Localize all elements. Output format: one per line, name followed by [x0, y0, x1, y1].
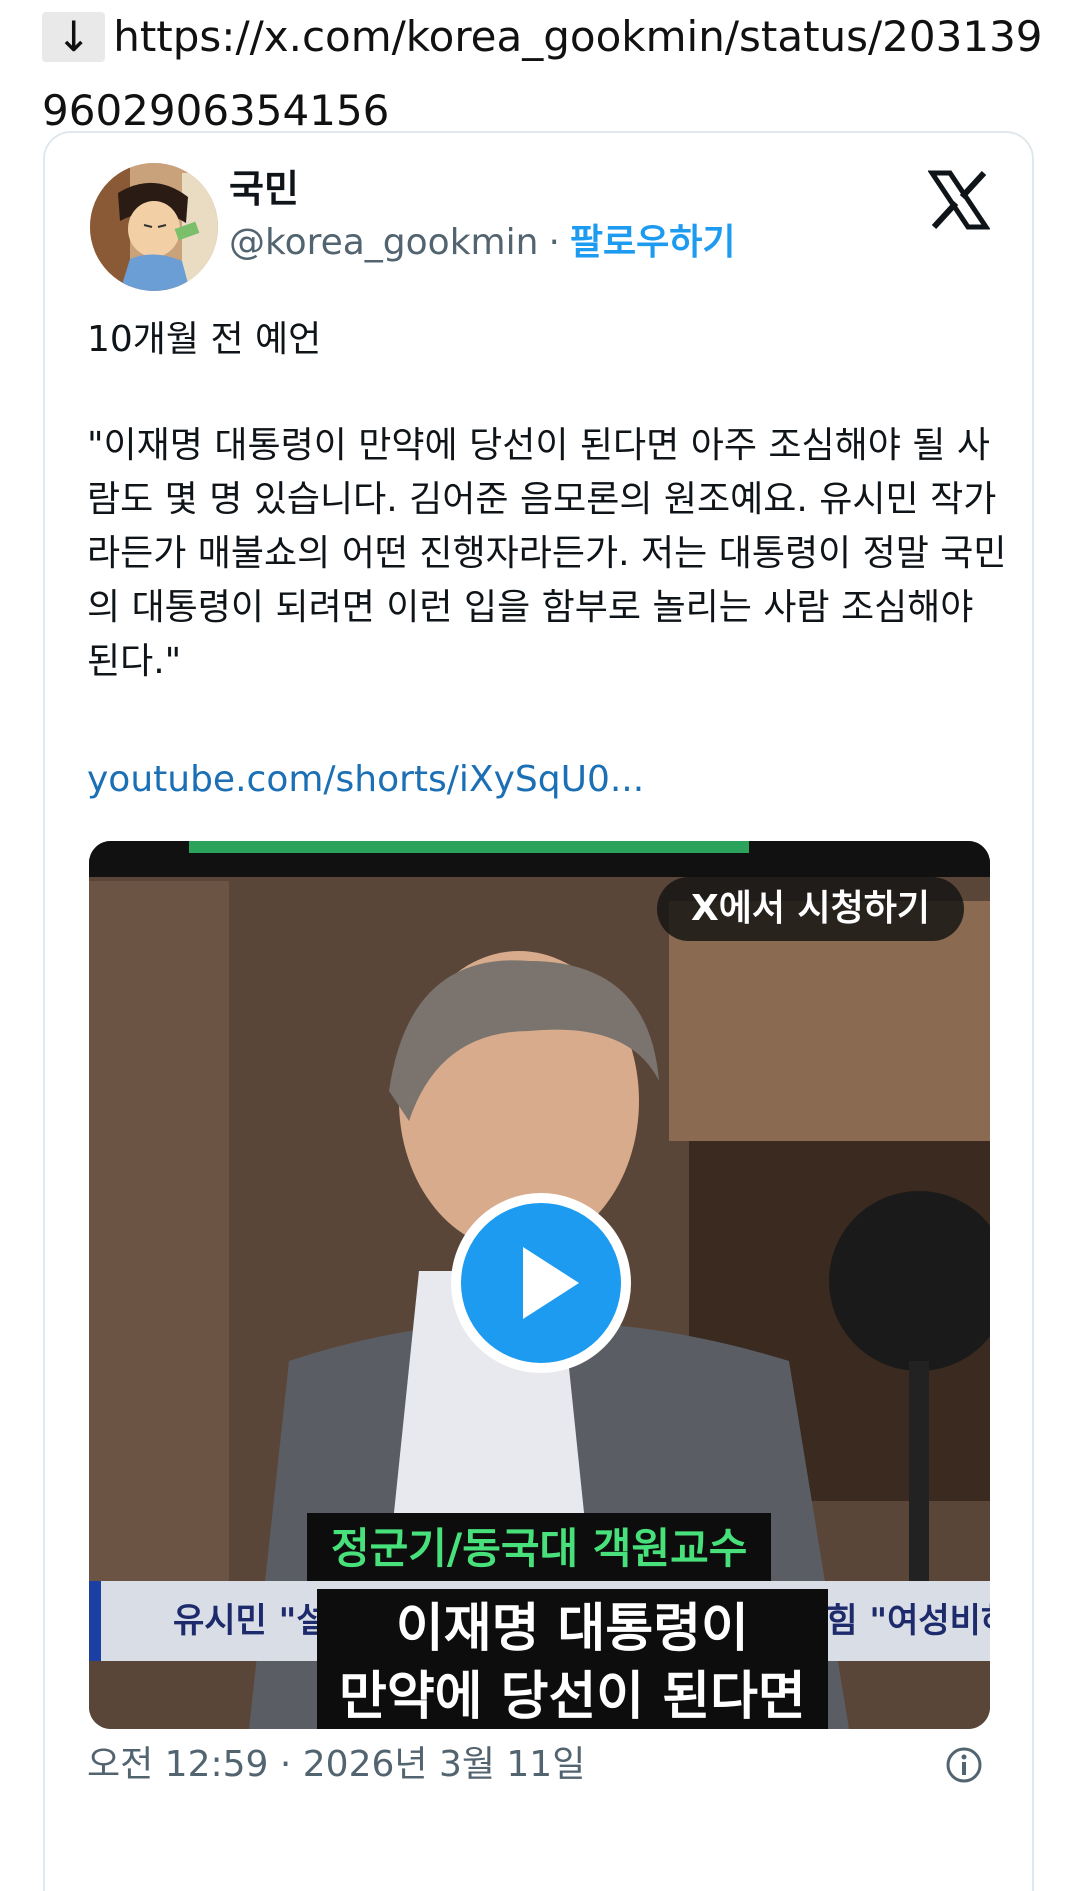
- handle[interactable]: @korea_gookmin: [229, 222, 538, 263]
- youtube-link[interactable]: youtube.com/shorts/iXySqU0...: [87, 753, 644, 807]
- subtitle-line1: 이재명 대통령이: [395, 1599, 749, 1659]
- url-text[interactable]: https://x.com/korea_gookmin/status/20313…: [42, 12, 1043, 135]
- follow-button[interactable]: 팔로우하기: [570, 222, 736, 263]
- url-line[interactable]: ↓ https://x.com/korea_gookmin/status/2031…: [42, 0, 1052, 148]
- avatar[interactable]: [90, 163, 218, 291]
- info-icon[interactable]: [944, 1745, 984, 1785]
- subtitle-line2: 만약에 당선이 된다면: [339, 1667, 806, 1727]
- play-icon: [523, 1247, 579, 1319]
- video-player[interactable]: X에서 시청하기 정군기/동국대 객원교수 유시민 "설 국힘 "여성비하 · …: [89, 841, 990, 1729]
- display-name[interactable]: 국민: [229, 163, 299, 215]
- watch-on-x-button[interactable]: X에서 시청하기: [656, 877, 964, 941]
- ticker-accent: [89, 1581, 101, 1661]
- tweet-timestamp[interactable]: 오전 12:59 · 2026년 3월 11일: [87, 1735, 585, 1795]
- x-logo-icon[interactable]: [928, 169, 990, 231]
- tweet-text-quote: "이재명 대통령이 만약에 당선이 된다면 아주 조심해야 될 사람도 몇 명 …: [87, 425, 1007, 682]
- down-arrow-icon: ↓: [42, 12, 106, 62]
- separator-dot: ·: [548, 222, 560, 263]
- tweet-card[interactable]: 국민 @korea_gookmin · 팔로우하기 10개월 전 예언 "이재명 대…: [43, 131, 1034, 1891]
- play-button[interactable]: [451, 1193, 631, 1373]
- handle-row: @korea_gookmin · 팔로우하기: [229, 217, 736, 269]
- caption-speaker-name: 정군기/동국대 객원교수: [307, 1513, 772, 1585]
- tweet-text-line1: 10개월 전 예언: [87, 319, 322, 360]
- video-subtitle: 이재명 대통령이 만약에 당선이 된다면: [317, 1589, 828, 1729]
- tweet-text: 10개월 전 예언 "이재명 대통령이 만약에 당선이 된다면 아주 조심해야 …: [87, 313, 1007, 741]
- ticker-left-text: 유시민 "설: [173, 1601, 328, 1641]
